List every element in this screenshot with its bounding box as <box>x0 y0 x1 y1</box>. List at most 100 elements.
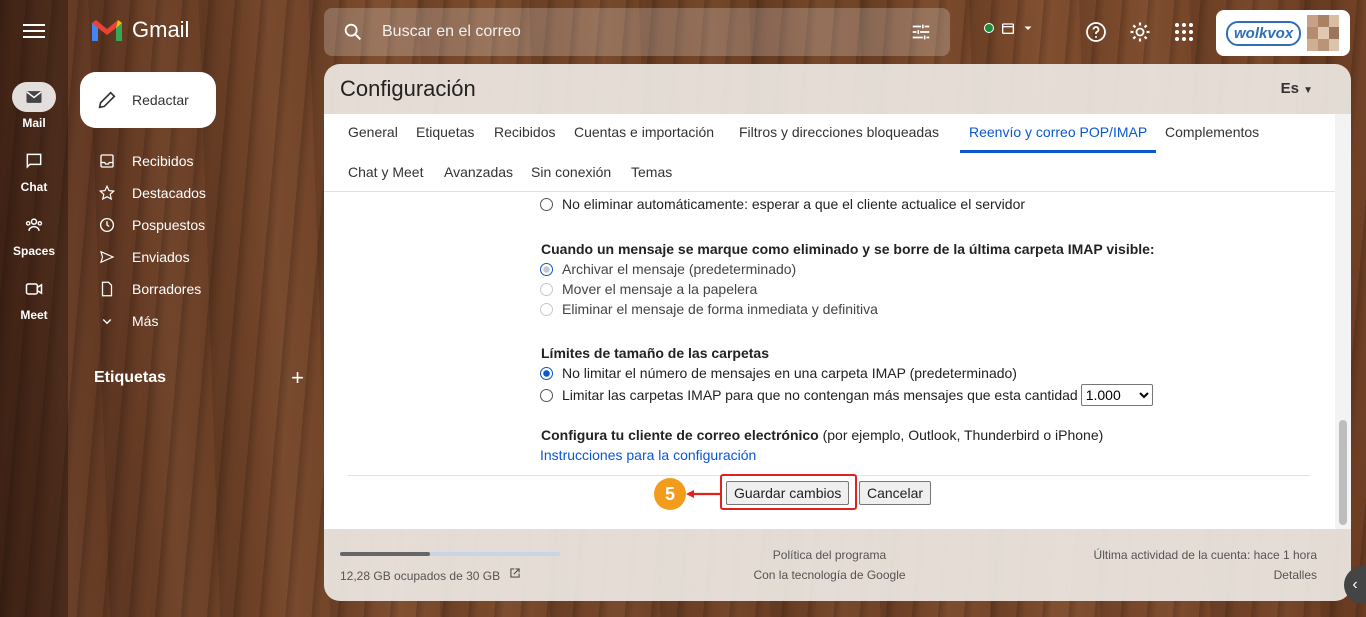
folder-no-limit-radio[interactable] <box>540 366 553 380</box>
gmail-logo[interactable]: Gmail <box>90 17 189 43</box>
deleted-option-label: Eliminar el mensaje de forma inmediata y… <box>562 301 878 317</box>
nav-label: Más <box>132 313 159 329</box>
draft-icon <box>101 281 113 297</box>
tab-chat-meet[interactable]: Chat y Meet <box>348 164 423 190</box>
deleted-option-label: Archivar el mensaje (predeterminado) <box>562 261 797 277</box>
rail-mail-label: Mail <box>22 116 46 130</box>
nav-label: Pospuestos <box>132 217 206 233</box>
step-badge: 5 <box>654 478 686 510</box>
labels-header: Etiquetas + <box>94 365 304 391</box>
configuration-instructions-link[interactable]: Instrucciones para la configuración <box>540 447 756 463</box>
apps-grid-icon[interactable] <box>1172 20 1196 44</box>
client-link-row: Instrucciones para la configuración <box>540 447 756 463</box>
tab-general[interactable]: General <box>348 124 398 150</box>
activity-details-link[interactable]: Detalles <box>1274 568 1317 582</box>
tab-filters[interactable]: Filtros y direcciones bloqueadas <box>739 124 939 150</box>
nav-item-drafts[interactable]: Borradores <box>68 273 318 305</box>
expunge-option-row[interactable]: No eliminar automáticamente: esperar a q… <box>540 196 1025 212</box>
tab-offline[interactable]: Sin conexión <box>531 164 611 190</box>
nav-item-inbox[interactable]: Recibidos <box>68 145 318 177</box>
rail-chat[interactable]: Chat <box>0 146 68 194</box>
rail-spaces[interactable]: Spaces <box>0 210 68 258</box>
folder-option-row[interactable]: No limitar el número de mensajes en una … <box>540 365 1017 381</box>
rail-spaces-label: Spaces <box>12 244 56 258</box>
rail-mail[interactable]: Mail <box>0 82 68 130</box>
compose-label: Redactar <box>132 92 189 108</box>
deleted-option-row: Mover el mensaje a la papelera <box>540 281 757 297</box>
labels-title: Etiquetas <box>94 369 167 386</box>
footer: 12,28 GB ocupados de 30 GB Política del … <box>324 534 1335 601</box>
gear-icon[interactable] <box>1128 20 1152 44</box>
tab-themes[interactable]: Temas <box>631 164 672 190</box>
settings-panel: Configuración Es ▼ General Etiquetas Rec… <box>324 64 1351 601</box>
meet-icon <box>12 274 56 304</box>
client-heading: Configura tu cliente de correo electróni… <box>541 427 819 443</box>
settings-scrollbar[interactable] <box>1335 114 1351 529</box>
deleted-radio <box>540 262 553 276</box>
rail-meet[interactable]: Meet <box>0 274 68 322</box>
chat-icon <box>12 146 56 176</box>
deleted-option-row: Eliminar el mensaje de forma inmediata y… <box>540 301 878 317</box>
nav-item-snoozed[interactable]: Pospuestos <box>68 209 318 241</box>
scroll-thumb[interactable] <box>1339 420 1347 525</box>
tab-labels[interactable]: Etiquetas <box>416 124 474 150</box>
nav-label: Recibidos <box>132 153 194 169</box>
expunge-radio[interactable] <box>540 197 553 211</box>
help-icon[interactable] <box>1084 20 1108 44</box>
arrow-left-icon <box>686 490 722 498</box>
search-bar <box>324 8 950 56</box>
clock-icon <box>99 217 115 233</box>
send-icon <box>100 250 115 264</box>
folder-limit-radio[interactable] <box>540 388 553 402</box>
status-selector[interactable] <box>984 20 1034 36</box>
folder-option-label: Limitar las carpetas IMAP para que no co… <box>562 387 1078 403</box>
folder-limit-select[interactable]: 1.000 <box>1080 384 1153 406</box>
nav-label: Borradores <box>132 281 202 297</box>
nav-item-sent[interactable]: Enviados <box>68 241 318 273</box>
search-options-icon[interactable] <box>910 21 932 43</box>
client-hint: (por ejemplo, Outlook, Thunderbird o iPh… <box>818 427 1104 443</box>
main-menu-button[interactable] <box>20 20 48 44</box>
app-name: Gmail <box>132 17 190 42</box>
search-input[interactable] <box>382 23 882 41</box>
folder-option-row[interactable]: Limitar las carpetas IMAP para que no co… <box>540 384 1153 406</box>
nav-item-more[interactable]: Más <box>68 305 318 337</box>
cancel-button[interactable]: Cancelar <box>859 481 932 505</box>
nav-item-starred[interactable]: Destacados <box>68 177 318 209</box>
gmail-m-icon <box>92 20 122 41</box>
pencil-icon <box>98 91 116 109</box>
caret-down-icon: ▼ <box>1303 85 1313 96</box>
account-switcher[interactable]: wolkvox <box>1216 10 1350 56</box>
powered-by-text: Con la tecnología de Google <box>753 568 906 582</box>
client-config-row: Configura tu cliente de correo electróni… <box>541 427 1103 443</box>
expunge-label: No eliminar automáticamente: esperar a q… <box>562 196 1026 212</box>
account-brand: wolkvox <box>1226 20 1302 46</box>
folder-option-label: No limitar el número de mensajes en una … <box>562 365 1017 381</box>
star-icon <box>98 184 116 201</box>
compose-button[interactable]: Redactar <box>80 72 216 128</box>
language-selector[interactable]: Es ▼ <box>1281 80 1313 97</box>
spaces-icon <box>12 210 56 240</box>
folder-size-heading: Límites de tamaño de las carpetas <box>541 345 769 361</box>
folder-nav: Recibidos Destacados Pospuestos Enviados… <box>68 145 318 337</box>
chevron-down-icon <box>102 319 112 325</box>
rail-chat-label: Chat <box>20 180 48 194</box>
page-title: Configuración <box>340 76 476 101</box>
tab-forwarding-pop-imap[interactable]: Reenvío y correo POP/IMAP <box>960 124 1157 153</box>
avatar <box>1307 15 1340 51</box>
search-icon[interactable] <box>342 21 364 43</box>
inbox-icon <box>100 154 114 168</box>
status-dot-icon <box>984 23 994 33</box>
tab-addons[interactable]: Complementos <box>1165 124 1259 150</box>
save-changes-button[interactable]: Guardar cambios <box>726 481 850 505</box>
rail-meet-label: Meet <box>20 308 48 322</box>
tab-accounts[interactable]: Cuentas e importación <box>574 124 714 150</box>
tab-inbox[interactable]: Recibidos <box>494 124 555 150</box>
tab-advanced[interactable]: Avanzadas <box>444 164 513 190</box>
add-label-button[interactable]: + <box>291 365 304 391</box>
chevron-left-icon: ‹ <box>1352 576 1358 593</box>
calendar-icon <box>1002 23 1014 34</box>
mail-icon <box>12 82 56 112</box>
deleted-heading: Cuando un mensaje se marque como elimina… <box>541 241 1155 257</box>
settings-tabs: General Etiquetas Recibidos Cuentas e im… <box>340 112 1300 192</box>
